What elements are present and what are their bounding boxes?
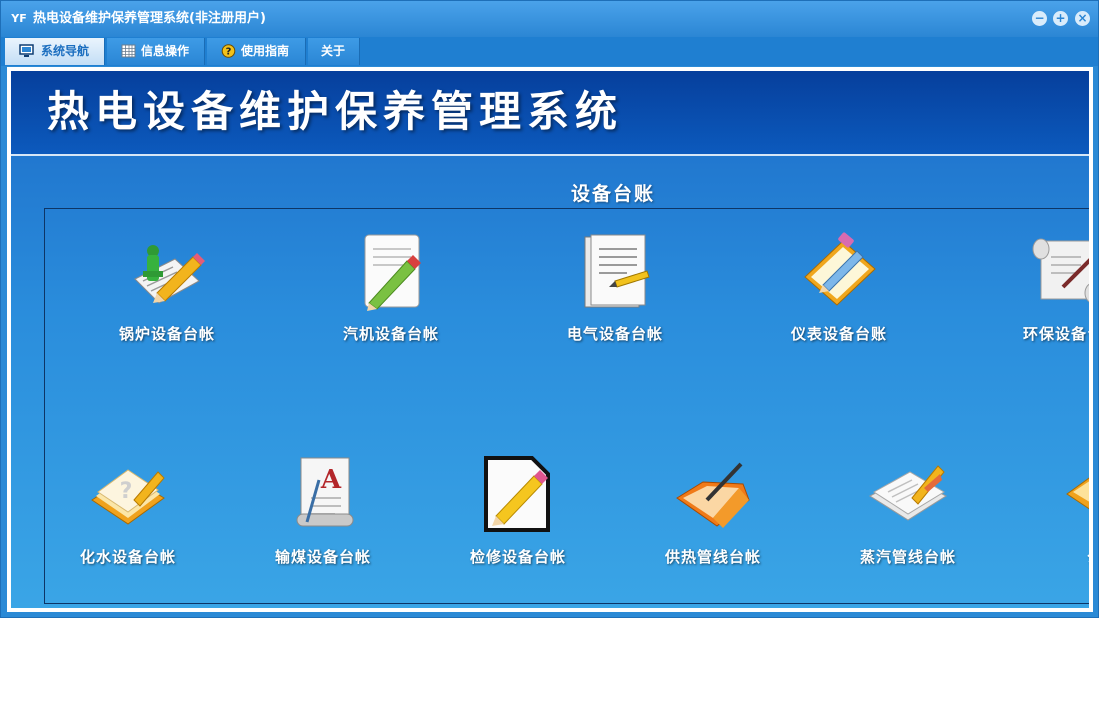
item-label: 供热管线台帐 (664, 548, 761, 566)
app-logo-icon: YF (11, 12, 27, 25)
item-label: 检修设备台帐 (469, 548, 566, 566)
svg-text:?: ? (120, 479, 133, 504)
tab-user-guide[interactable]: ? 使用指南 (207, 38, 306, 65)
item-water-treatment-ledger[interactable]: ? 化水设备台帐 (58, 454, 198, 594)
item-environmental-ledger[interactable]: 环保设备台 (993, 231, 1089, 371)
item-heating-pipeline-ledger[interactable]: 供热管线台帐 (643, 454, 783, 594)
svg-text:A: A (320, 465, 342, 495)
tab-system-navigation[interactable]: 系统导航 (5, 38, 105, 65)
minimize-button[interactable]: − (1032, 11, 1047, 26)
svg-text:?: ? (226, 47, 232, 58)
item-boiler-ledger[interactable]: 锅炉设备台帐 (97, 231, 237, 371)
window-title: 热电设备维护保养管理系统(非注册用户) (33, 11, 266, 26)
tab-label: 系统导航 (41, 44, 90, 58)
item-instrument-ledger[interactable]: 仪表设备台账 (769, 231, 909, 371)
tab-info-operation[interactable]: 信息操作 (107, 38, 205, 65)
papers-pencil-icon (869, 465, 947, 521)
item-label: 公共 (1033, 546, 1089, 567)
close-button[interactable]: × (1075, 11, 1090, 26)
document-a-icon: A (296, 457, 354, 527)
item-label: 环保设备台 (1022, 325, 1089, 343)
notes-icon (1066, 477, 1089, 510)
tab-about[interactable]: 关于 (308, 38, 360, 65)
help-icon: ? (221, 44, 236, 58)
item-maintenance-ledger[interactable]: 检修设备台帐 (448, 454, 588, 594)
title-bar[interactable]: YF 热电设备维护保养管理系统(非注册用户) − + × (1, 1, 1098, 37)
monitor-icon (19, 44, 34, 57)
item-label: 汽机设备台帐 (342, 325, 439, 343)
banner-title: 热电设备维护保养管理系统 (47, 87, 624, 136)
tab-label: 使用指南 (241, 44, 290, 58)
app-window: YF 热电设备维护保养管理系统(非注册用户) − + × 系统导航 信息操作 ? (0, 0, 1099, 618)
maximize-button[interactable]: + (1053, 11, 1068, 26)
item-label: 锅炉设备台帐 (118, 325, 215, 343)
item-coal-conveying-ledger[interactable]: A 输煤设备台帐 (253, 454, 393, 594)
navigation-page: 热电设备维护保养管理系统 设备台账 锅炉设备台帐 汽机设备台帐 电气设备台帐 仪… (11, 71, 1089, 608)
item-label: 电气设备台帐 (566, 325, 663, 343)
grid-icon (121, 44, 136, 58)
folder-pen-icon (676, 462, 750, 528)
item-turbine-ledger[interactable]: 汽机设备台帐 (321, 231, 461, 371)
item-public-ledger[interactable]: 公共 (1033, 454, 1089, 594)
notebook-question-icon: ? (91, 469, 165, 525)
item-label: 输煤设备台帐 (274, 548, 371, 566)
item-label: 化水设备台帐 (79, 548, 176, 566)
item-label: 仪表设备台账 (790, 325, 887, 343)
notebook-pen-icon (584, 234, 650, 308)
section-title: 设备台账 (571, 183, 656, 205)
notepad-pencil-icon (364, 234, 421, 311)
tab-label: 关于 (321, 44, 346, 58)
boiler-document-icon (134, 245, 205, 304)
scroll-quill-icon (1032, 238, 1089, 303)
menu-bar: 系统导航 信息操作 ? 使用指南 关于 (1, 37, 1098, 66)
edit-pencil-icon (484, 456, 550, 532)
tab-label: 信息操作 (141, 44, 190, 58)
clipboard-pen-icon (804, 232, 876, 306)
item-steam-pipeline-ledger[interactable]: 蒸汽管线台帐 (838, 454, 978, 594)
item-electrical-ledger[interactable]: 电气设备台帐 (545, 231, 685, 371)
banner: 热电设备维护保养管理系统 (11, 71, 1089, 156)
item-label: 蒸汽管线台帐 (859, 548, 956, 566)
main-content: 热电设备维护保养管理系统 设备台账 锅炉设备台帐 汽机设备台帐 电气设备台帐 仪… (7, 67, 1093, 612)
